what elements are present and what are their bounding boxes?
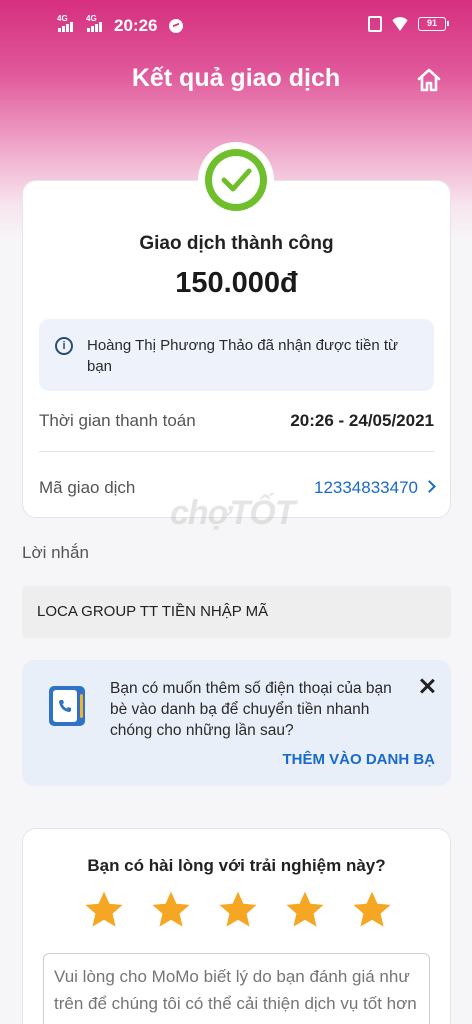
check-icon xyxy=(221,168,252,192)
network-type-2: 4G xyxy=(86,14,97,23)
message-box: LOCA GROUP TT TIỀN NHẬP MÃ xyxy=(22,586,451,638)
payment-time-label: Thời gian thanh toán xyxy=(39,411,196,430)
close-icon[interactable] xyxy=(419,678,435,694)
recipient-info-box: i Hoàng Thị Phương Thảo đã nhận được tiề… xyxy=(39,319,434,391)
watermark-logo: chợTỐT xyxy=(170,494,295,532)
signal-icon-2: 4G xyxy=(86,14,102,32)
divider xyxy=(39,451,434,452)
page-title: Kết quả giao dịch xyxy=(131,64,341,92)
message-label: Lời nhắn xyxy=(22,543,89,562)
rating-card: Bạn có hài lòng với trải nghiệm này? xyxy=(22,828,451,1024)
signal-icon: 4G xyxy=(57,14,73,32)
add-contact-prompt: Bạn có muốn thêm số điện thoại của bạn b… xyxy=(110,680,392,739)
feedback-input[interactable] xyxy=(43,953,430,1024)
rating-question: Bạn có hài lòng với trải nghiệm này? xyxy=(87,856,386,875)
phone-icon xyxy=(59,700,71,712)
star-rating xyxy=(83,889,393,931)
success-badge xyxy=(198,142,274,218)
chevron-right-icon[interactable] xyxy=(423,480,436,493)
star-icon-4[interactable] xyxy=(284,889,326,931)
status-time: 20:26 xyxy=(114,16,158,35)
battery-icon: 91 xyxy=(418,17,449,31)
star-icon-5[interactable] xyxy=(351,889,393,931)
transaction-status: Giao dịch thành công xyxy=(139,233,334,254)
recipient-info-text: Hoàng Thị Phương Thảo đã nhận được tiền … xyxy=(87,337,399,375)
wifi-icon xyxy=(390,17,410,31)
transaction-result-card: Giao dịch thành công 150.000đ i Hoàng Th… xyxy=(22,180,451,518)
transaction-id-value[interactable]: 12334833470 xyxy=(314,478,418,498)
add-contact-card: Bạn có muốn thêm số điện thoại của bạn b… xyxy=(22,660,451,786)
status-right: 91 xyxy=(368,16,449,32)
star-icon-2[interactable] xyxy=(150,889,192,931)
status-left: 4G 4G 20:26 xyxy=(57,14,184,36)
network-type-1: 4G xyxy=(57,14,68,23)
messenger-icon xyxy=(169,19,184,33)
phone-book-icon xyxy=(49,686,85,726)
success-circle xyxy=(205,149,267,211)
vibrate-icon xyxy=(368,16,382,32)
star-icon-3[interactable] xyxy=(217,889,259,931)
status-bar: 4G 4G 20:26 91 xyxy=(0,0,472,52)
home-icon[interactable] xyxy=(416,68,442,92)
add-to-contacts-button[interactable]: THÊM VÀO DANH BẠ xyxy=(283,751,436,768)
info-icon: i xyxy=(55,337,73,355)
transaction-id-label: Mã giao dịch xyxy=(39,478,136,497)
star-icon-1[interactable] xyxy=(83,889,125,931)
message-text: LOCA GROUP TT TIỀN NHẬP MÃ xyxy=(37,603,269,620)
payment-time-value: 20:26 - 24/05/2021 xyxy=(290,411,434,430)
transaction-amount: 150.000đ xyxy=(175,267,298,299)
